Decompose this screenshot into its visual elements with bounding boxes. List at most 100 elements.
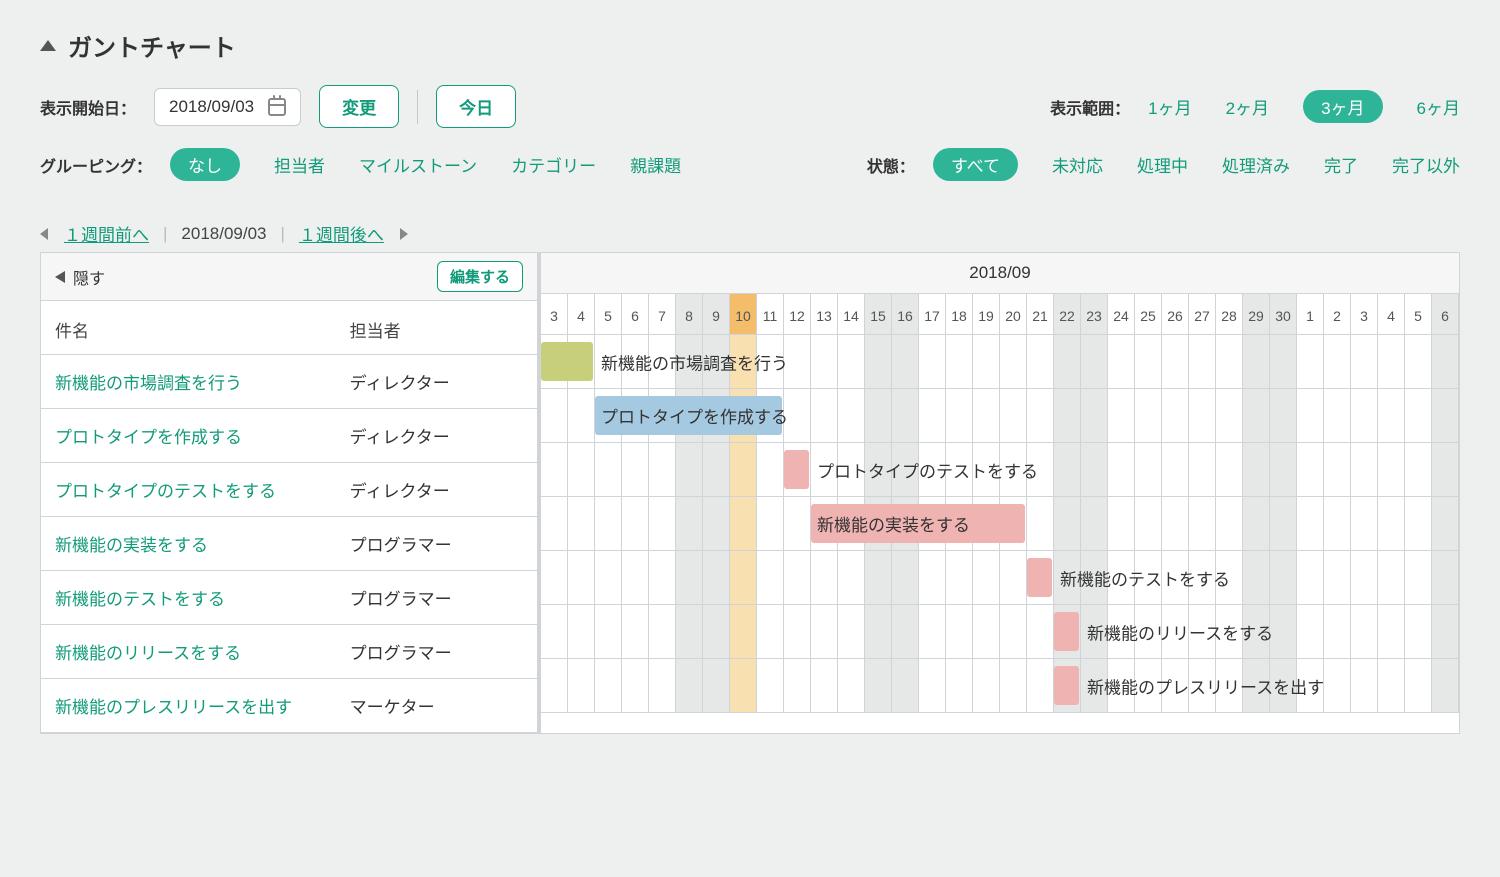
day-header-cell: 8 [676, 294, 703, 334]
task-assignee: ディレクター [350, 477, 523, 502]
gantt-row: 新機能の市場調査を行う [541, 335, 1459, 389]
range-label: 表示範囲： [1050, 95, 1130, 119]
day-header-cell: 6 [622, 294, 649, 334]
day-header-cell: 6 [1432, 294, 1459, 334]
status-option[interactable]: 未対応 [1052, 152, 1103, 177]
gantt-bar[interactable]: 新機能のテストをする [1027, 558, 1052, 597]
day-header-cell: 25 [1135, 294, 1162, 334]
task-subject-link[interactable]: 新機能のプレスリリースを出す [55, 693, 350, 718]
grouping-option[interactable]: なし [170, 148, 240, 181]
nav-current-date: 2018/09/03 [181, 224, 266, 244]
next-week-link[interactable]: １週間後へ [299, 221, 384, 246]
task-subject-link[interactable]: プロトタイプを作成する [55, 423, 350, 448]
task-row: 新機能のテストをするプログラマー [41, 571, 537, 625]
day-header-cell: 22 [1054, 294, 1081, 334]
range-option[interactable]: 2ヶ月 [1226, 94, 1269, 119]
hide-panel-button[interactable]: 隠す [55, 265, 105, 289]
gantt-chart: 隠す 編集する 件名 担当者 新機能の市場調査を行うディレクタープロトタイプを作… [40, 252, 1460, 734]
grouping-option[interactable]: マイルストーン [359, 152, 477, 177]
change-date-button[interactable]: 変更 [319, 85, 399, 128]
day-header-cell: 2 [1324, 294, 1351, 334]
day-header-cell: 11 [757, 294, 784, 334]
day-header-cell: 27 [1189, 294, 1216, 334]
col-header-assignee: 担当者 [350, 317, 523, 342]
task-assignee: プログラマー [350, 639, 523, 664]
day-header-cell: 4 [568, 294, 595, 334]
day-header-cell: 9 [703, 294, 730, 334]
task-row: 新機能のプレスリリースを出すマーケター [41, 679, 537, 733]
day-header-cell: 20 [1000, 294, 1027, 334]
gantt-row: 新機能のリリースをする [541, 605, 1459, 659]
task-row: プロトタイプのテストをするディレクター [41, 463, 537, 517]
status-option[interactable]: 完了 [1324, 152, 1358, 177]
task-assignee: プログラマー [350, 585, 523, 610]
prev-week-arrow-icon[interactable] [40, 228, 48, 240]
gantt-left-pane: 隠す 編集する 件名 担当者 新機能の市場調査を行うディレクタープロトタイプを作… [41, 253, 541, 733]
day-header-cell: 28 [1216, 294, 1243, 334]
day-header-cell: 23 [1081, 294, 1108, 334]
task-subject-link[interactable]: 新機能の市場調査を行う [55, 369, 350, 394]
grouping-option[interactable]: 親課題 [630, 152, 681, 177]
gantt-bar-label: 新機能のテストをする [1060, 565, 1230, 590]
task-subject-link[interactable]: プロトタイプのテストをする [55, 477, 350, 502]
collapse-caret-icon[interactable] [40, 40, 56, 51]
separator [417, 90, 418, 124]
day-header-cell: 18 [946, 294, 973, 334]
gantt-row: 新機能のテストをする [541, 551, 1459, 605]
edit-button[interactable]: 編集する [437, 261, 523, 292]
day-header-cell: 3 [541, 294, 568, 334]
task-subject-link[interactable]: 新機能のテストをする [55, 585, 350, 610]
page-title: ガントチャート [68, 28, 236, 63]
gantt-row: 新機能の実装をする [541, 497, 1459, 551]
gantt-bar[interactable]: 新機能の実装をする [811, 504, 1025, 543]
day-header-cell: 13 [811, 294, 838, 334]
task-subject-link[interactable]: 新機能のリリースをする [55, 639, 350, 664]
gantt-row: プロトタイプを作成する [541, 389, 1459, 443]
day-header-cell: 4 [1378, 294, 1405, 334]
gantt-bar[interactable]: 新機能のプレスリリースを出す [1054, 666, 1079, 705]
day-header-cell: 17 [919, 294, 946, 334]
day-header-cell: 1 [1297, 294, 1324, 334]
task-row: プロトタイプを作成するディレクター [41, 409, 537, 463]
day-header-cell: 5 [595, 294, 622, 334]
range-option[interactable]: 3ヶ月 [1303, 90, 1382, 123]
gantt-bar[interactable]: プロトタイプを作成する [595, 396, 782, 435]
status-label: 状態： [867, 153, 915, 177]
gantt-bar-label: プロトタイプのテストをする [817, 457, 1038, 482]
hide-arrow-icon [55, 271, 65, 283]
day-header-cell: 5 [1405, 294, 1432, 334]
day-header-cell: 10 [730, 294, 757, 334]
grouping-option[interactable]: カテゴリー [511, 152, 596, 177]
grouping-option[interactable]: 担当者 [274, 152, 325, 177]
gantt-bar[interactable]: プロトタイプのテストをする [784, 450, 809, 489]
day-header-cell: 16 [892, 294, 919, 334]
status-option[interactable]: 完了以外 [1392, 152, 1460, 177]
next-week-arrow-icon[interactable] [400, 228, 408, 240]
day-header-cell: 30 [1270, 294, 1297, 334]
prev-week-link[interactable]: １週間前へ [64, 221, 149, 246]
day-header-cell: 15 [865, 294, 892, 334]
gantt-bar[interactable]: 新機能の市場調査を行う [541, 342, 593, 381]
task-row: 新機能の市場調査を行うディレクター [41, 355, 537, 409]
task-subject-link[interactable]: 新機能の実装をする [55, 531, 350, 556]
day-header-cell: 14 [838, 294, 865, 334]
status-option[interactable]: 処理済み [1222, 152, 1290, 177]
day-header-cell: 29 [1243, 294, 1270, 334]
range-option[interactable]: 1ヶ月 [1148, 94, 1191, 119]
today-button[interactable]: 今日 [436, 85, 516, 128]
gantt-row: 新機能のプレスリリースを出す [541, 659, 1459, 713]
day-header-cell: 24 [1108, 294, 1135, 334]
range-option[interactable]: 6ヶ月 [1417, 94, 1460, 119]
day-header-cell: 26 [1162, 294, 1189, 334]
start-date-input[interactable]: 2018/09/03 [154, 88, 301, 126]
status-option[interactable]: 処理中 [1137, 152, 1188, 177]
gantt-bar[interactable]: 新機能のリリースをする [1054, 612, 1079, 651]
status-option[interactable]: すべて [933, 148, 1018, 181]
gantt-right-pane: 2018/09 34567891011121314151617181920212… [541, 253, 1459, 733]
col-header-subject: 件名 [55, 317, 350, 342]
task-row: 新機能の実装をするプログラマー [41, 517, 537, 571]
day-header-cell: 3 [1351, 294, 1378, 334]
gantt-row: プロトタイプのテストをする [541, 443, 1459, 497]
day-header-cell: 21 [1027, 294, 1054, 334]
calendar-icon [268, 98, 286, 116]
